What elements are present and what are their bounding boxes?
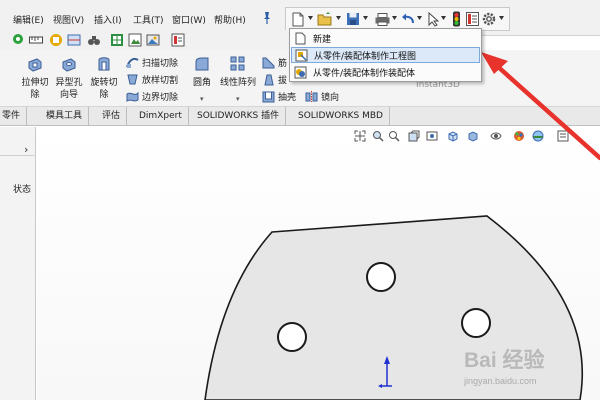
- watermark-main-text: Bai 经验: [464, 349, 545, 372]
- menu-make-assembly[interactable]: 从零件/装配体制作装配体: [291, 64, 480, 80]
- menu-new[interactable]: 新建: [291, 30, 480, 46]
- baidu-watermark: Bai 经验 jingyan.baidu.com: [458, 342, 598, 394]
- menu-new-label: 新建: [313, 34, 332, 45]
- make-assembly-icon: [294, 66, 307, 78]
- new-doc-icon: [295, 32, 306, 44]
- menu-make-assembly-label: 从零件/装配体制作装配体: [313, 68, 416, 79]
- make-drawing-icon: [295, 49, 308, 61]
- new-dropdown-menu: 新建 从零件/装配体制作工程图 从零件/装配体制作装配体: [289, 28, 482, 82]
- menu-make-drawing[interactable]: 从零件/装配体制作工程图: [291, 47, 480, 63]
- menu-make-drawing-label: 从零件/装配体制作工程图: [314, 51, 417, 62]
- watermark-sub-text: jingyan.baidu.com: [464, 376, 537, 386]
